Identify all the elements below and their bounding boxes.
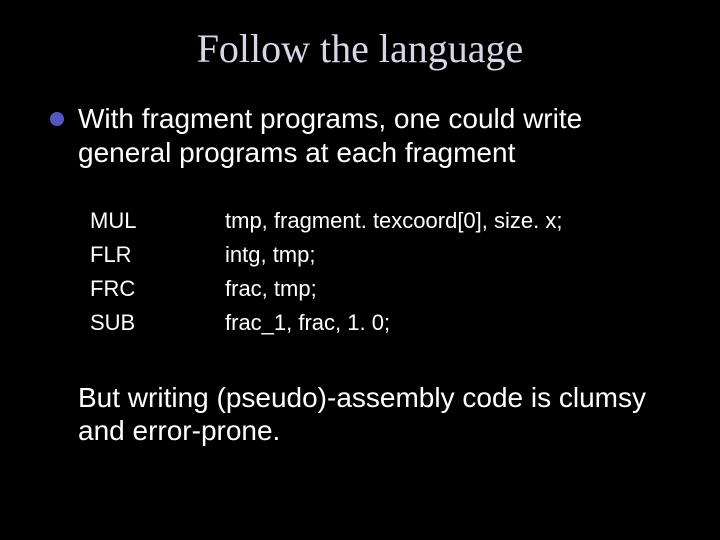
- bullet-text: With fragment programs, one could write …: [78, 102, 670, 169]
- code-args: intg, tmp;: [225, 238, 670, 272]
- code-args: frac_1, frac, 1. 0;: [225, 306, 670, 340]
- code-line: MUL tmp, fragment. texcoord[0], size. x;: [90, 204, 670, 238]
- slide-title: Follow the language: [50, 25, 670, 72]
- code-block: MUL tmp, fragment. texcoord[0], size. x;…: [90, 204, 670, 340]
- code-op: FLR: [90, 238, 225, 272]
- code-op: FRC: [90, 272, 225, 306]
- code-line: FLR intg, tmp;: [90, 238, 670, 272]
- code-line: SUB frac_1, frac, 1. 0;: [90, 306, 670, 340]
- code-args: frac, tmp;: [225, 272, 670, 306]
- code-op: MUL: [90, 204, 225, 238]
- slide: Follow the language With fragment progra…: [0, 0, 720, 540]
- code-op: SUB: [90, 306, 225, 340]
- code-args: tmp, fragment. texcoord[0], size. x;: [225, 204, 670, 238]
- code-line: FRC frac, tmp;: [90, 272, 670, 306]
- bullet-item: With fragment programs, one could write …: [50, 102, 670, 169]
- closing-text: But writing (pseudo)-assembly code is cl…: [78, 381, 670, 448]
- bullet-icon: [50, 112, 64, 126]
